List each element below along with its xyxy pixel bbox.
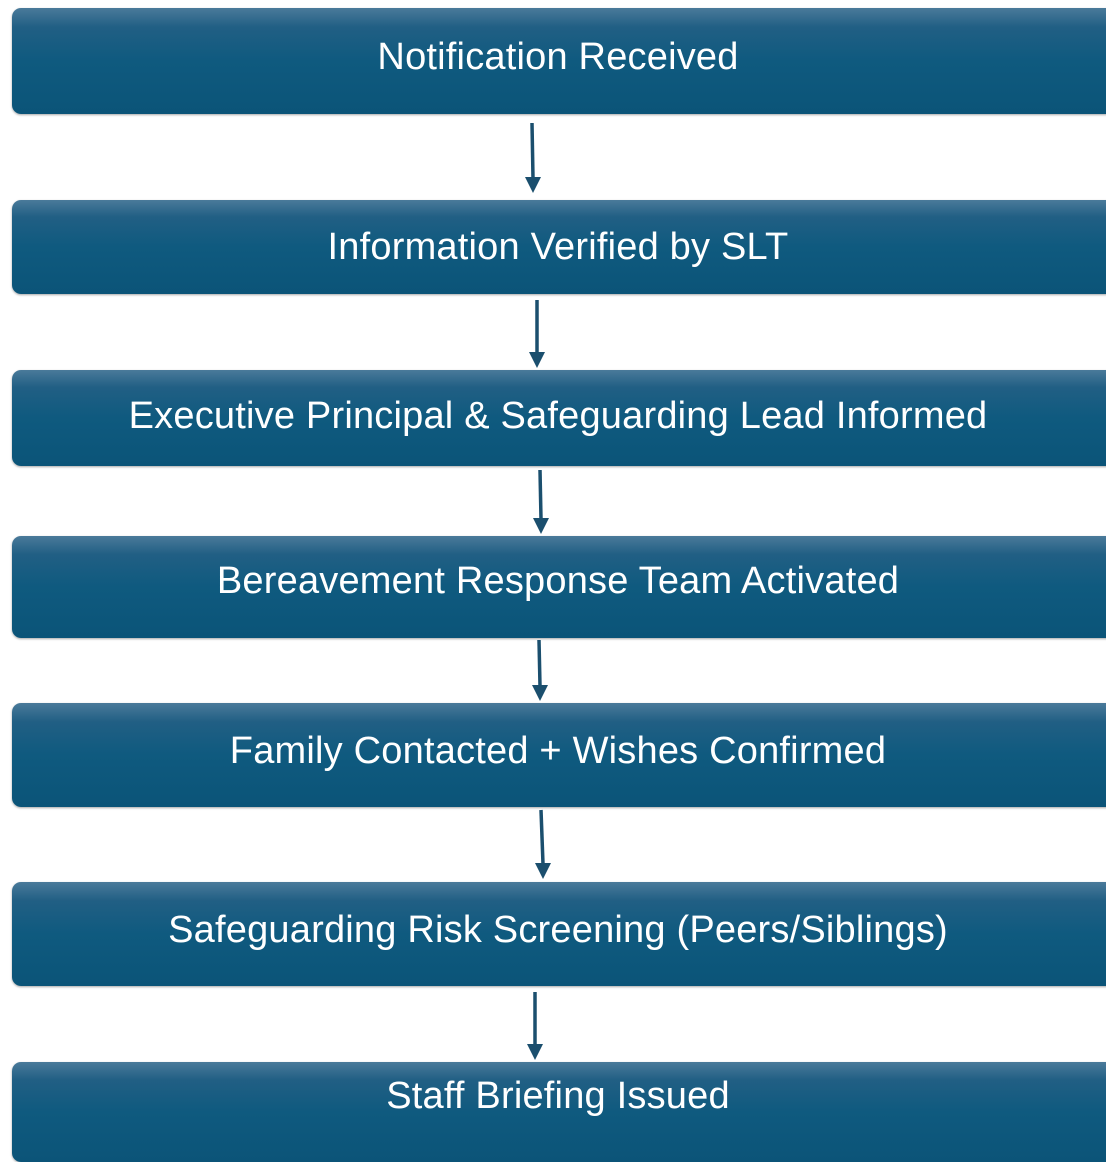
step-label: Notification Received — [377, 35, 739, 78]
arrow-connector — [538, 469, 543, 520]
step-label: Safeguarding Risk Screening (Peers/Sibli… — [168, 908, 948, 951]
step-executive-principal-informed: Executive Principal & Safeguarding Lead … — [12, 370, 1106, 466]
arrowhead-icon — [535, 863, 551, 879]
step-bereavement-team-activated: Bereavement Response Team Activated — [12, 536, 1106, 638]
step-family-contacted: Family Contacted + Wishes Confirmed — [12, 703, 1106, 807]
step-notification-received: Notification Received — [12, 8, 1106, 114]
arrowhead-icon — [533, 518, 549, 534]
step-risk-screening: Safeguarding Risk Screening (Peers/Sibli… — [12, 882, 1106, 986]
arrowhead-icon — [532, 685, 548, 701]
step-label: Executive Principal & Safeguarding Lead … — [128, 394, 988, 437]
arrowhead-icon — [525, 177, 541, 193]
arrow-connector — [539, 809, 545, 865]
arrowhead-icon — [527, 1044, 543, 1060]
arrow-connector — [537, 639, 542, 687]
arrowhead-icon — [529, 352, 545, 368]
step-label: Staff Briefing Issued — [386, 1074, 730, 1117]
step-label: Bereavement Response Team Activated — [216, 559, 900, 602]
step-label: Information Verified by SLT — [327, 225, 789, 268]
arrow-connector — [530, 122, 535, 179]
step-information-verified: Information Verified by SLT — [12, 200, 1106, 294]
step-staff-briefing: Staff Briefing Issued — [12, 1062, 1106, 1162]
step-label: Family Contacted + Wishes Confirmed — [229, 729, 887, 772]
